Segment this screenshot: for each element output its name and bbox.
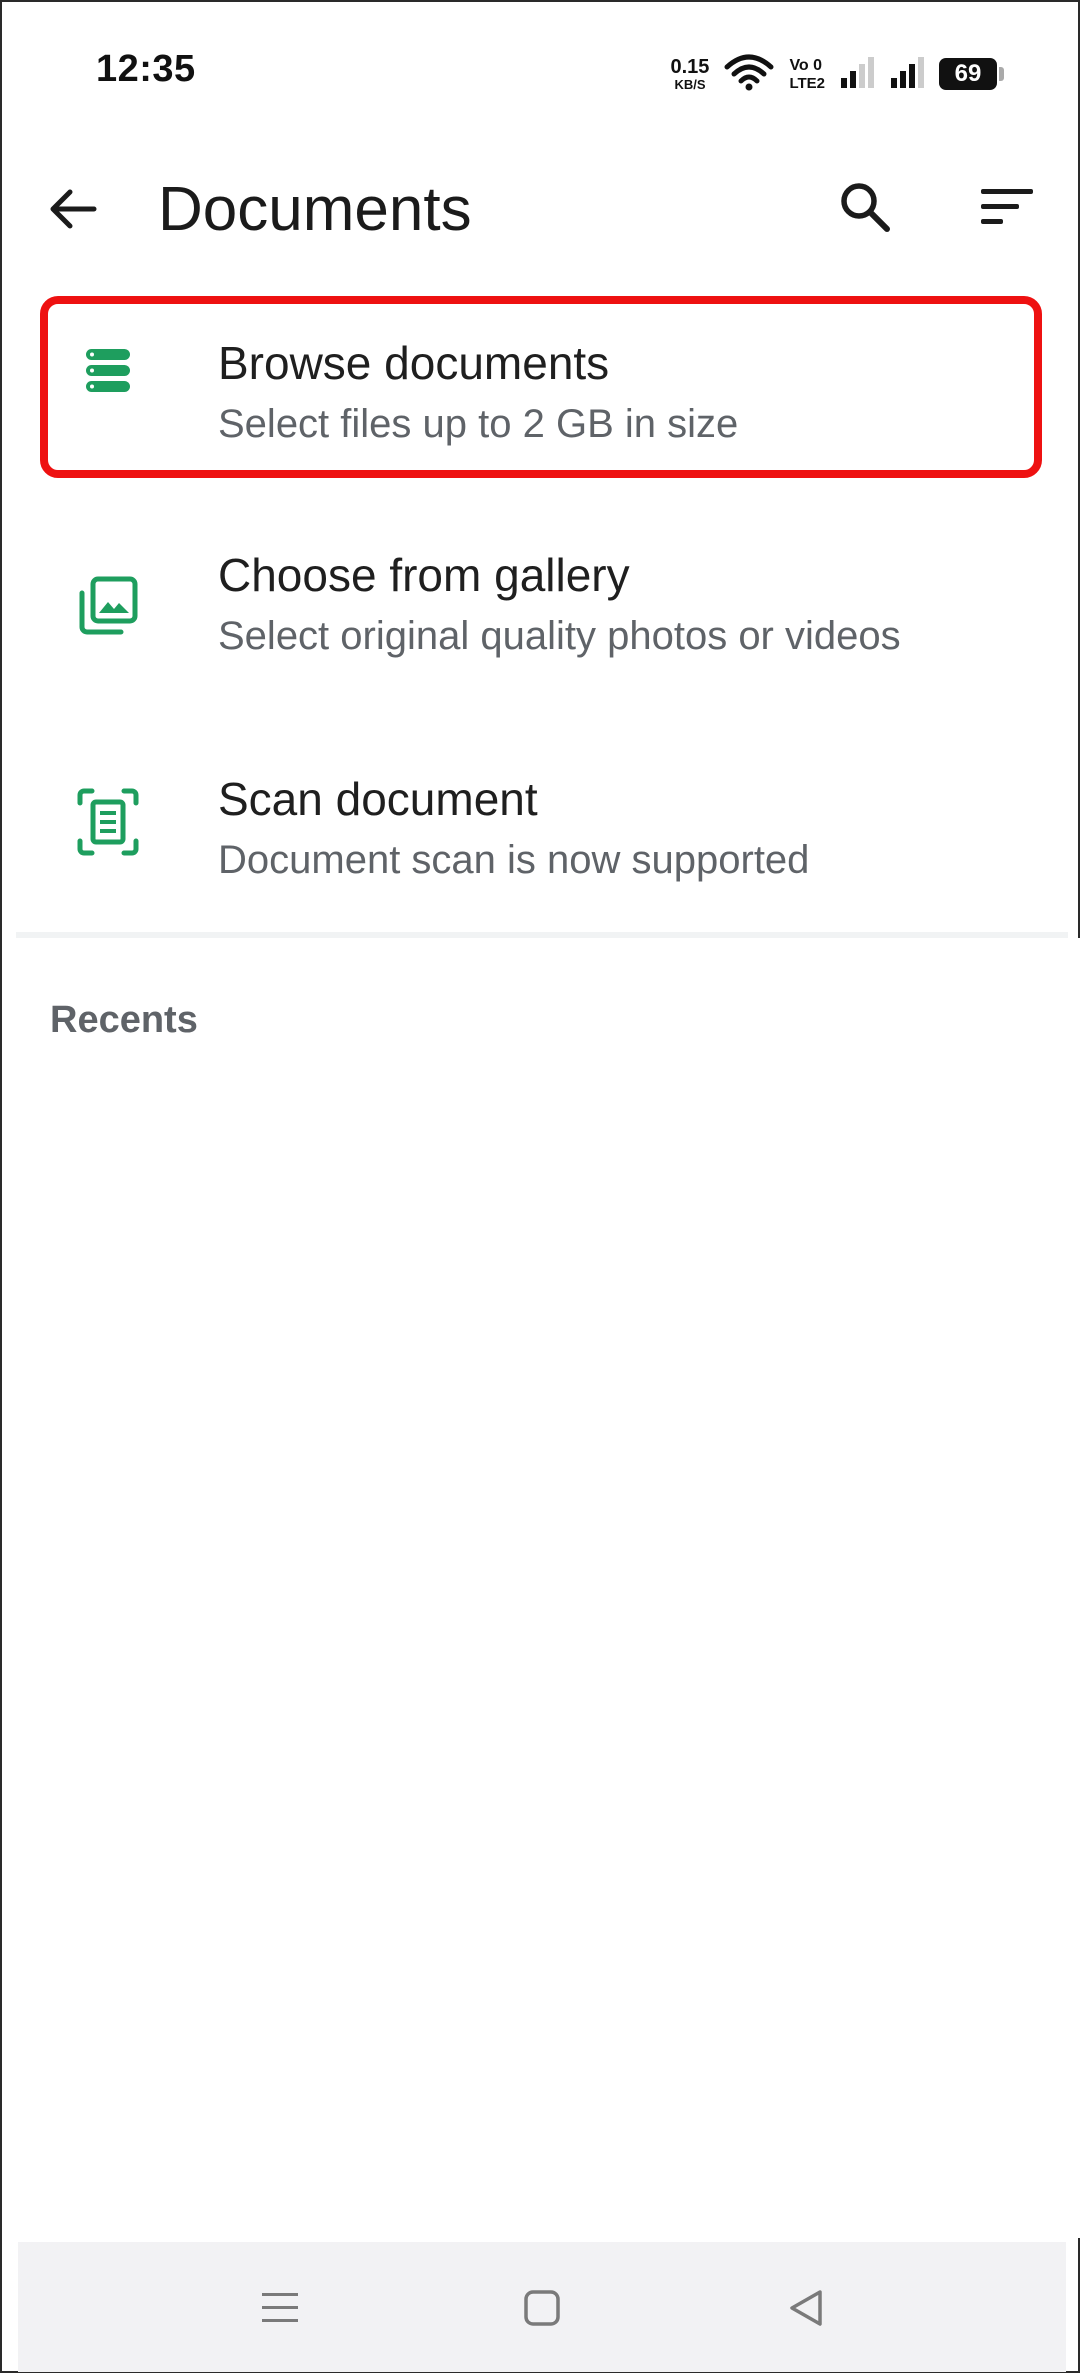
signal-icon <box>839 54 875 95</box>
battery-level: 69 <box>954 60 982 87</box>
battery-icon: 69 <box>939 58 997 90</box>
choose-from-gallery-item[interactable]: Choose from gallery Select original qual… <box>38 512 1046 682</box>
back-arrow-icon <box>46 182 100 241</box>
sort-icon <box>978 185 1036 234</box>
item-subtitle: Document scan is now supported <box>218 838 810 882</box>
recents-heading: Recents <box>50 999 198 1041</box>
network-speed-value: 0.15 <box>670 56 710 78</box>
status-icons: 0.15 KB/S Vo 0 LTE2 69 <box>671 53 1004 96</box>
item-subtitle: Select files up to 2 GB in size <box>218 402 739 446</box>
search-icon <box>837 179 893 240</box>
scan-document-icon <box>76 788 140 856</box>
volte-bottom-label: LTE2 <box>789 74 825 92</box>
item-title: Scan document <box>218 773 538 825</box>
status-bar: 12:35 0.15 KB/S Vo 0 LTE2 69 <box>2 2 1080 142</box>
volte-indicator: Vo 0 LTE2 <box>789 56 825 92</box>
browse-documents-item[interactable]: Browse documents Select files up to 2 GB… <box>38 298 1046 468</box>
scan-document-item[interactable]: Scan document Document scan is now suppo… <box>38 738 1046 908</box>
menu-icon <box>259 2289 301 2332</box>
wifi-icon <box>723 53 775 96</box>
gallery-icon <box>76 574 140 638</box>
app-bar: Documents <box>2 152 1080 262</box>
back-icon <box>786 2287 826 2334</box>
recent-apps-button[interactable] <box>250 2280 310 2340</box>
signal-icon <box>889 54 925 95</box>
page-title: Documents <box>158 175 472 244</box>
home-button[interactable] <box>512 2280 572 2340</box>
search-button[interactable] <box>828 172 902 246</box>
item-title: Browse documents <box>218 337 610 389</box>
network-speed-unit: KB/S <box>674 77 706 92</box>
documents-stack-icon <box>76 338 140 402</box>
item-title: Choose from gallery <box>218 549 630 601</box>
item-subtitle: Select original quality photos or videos <box>218 614 901 658</box>
back-button[interactable] <box>38 176 108 246</box>
status-time: 12:35 <box>96 48 196 90</box>
battery-nub <box>999 67 1004 81</box>
volte-top-label: Vo 0 <box>789 56 823 74</box>
recents-section <box>2 938 1080 2238</box>
home-icon <box>522 2288 562 2333</box>
navigation-bar <box>18 2242 1066 2372</box>
network-speed: 0.15 KB/S <box>671 57 710 91</box>
sort-button[interactable] <box>972 174 1042 244</box>
system-back-button[interactable] <box>776 2280 836 2340</box>
